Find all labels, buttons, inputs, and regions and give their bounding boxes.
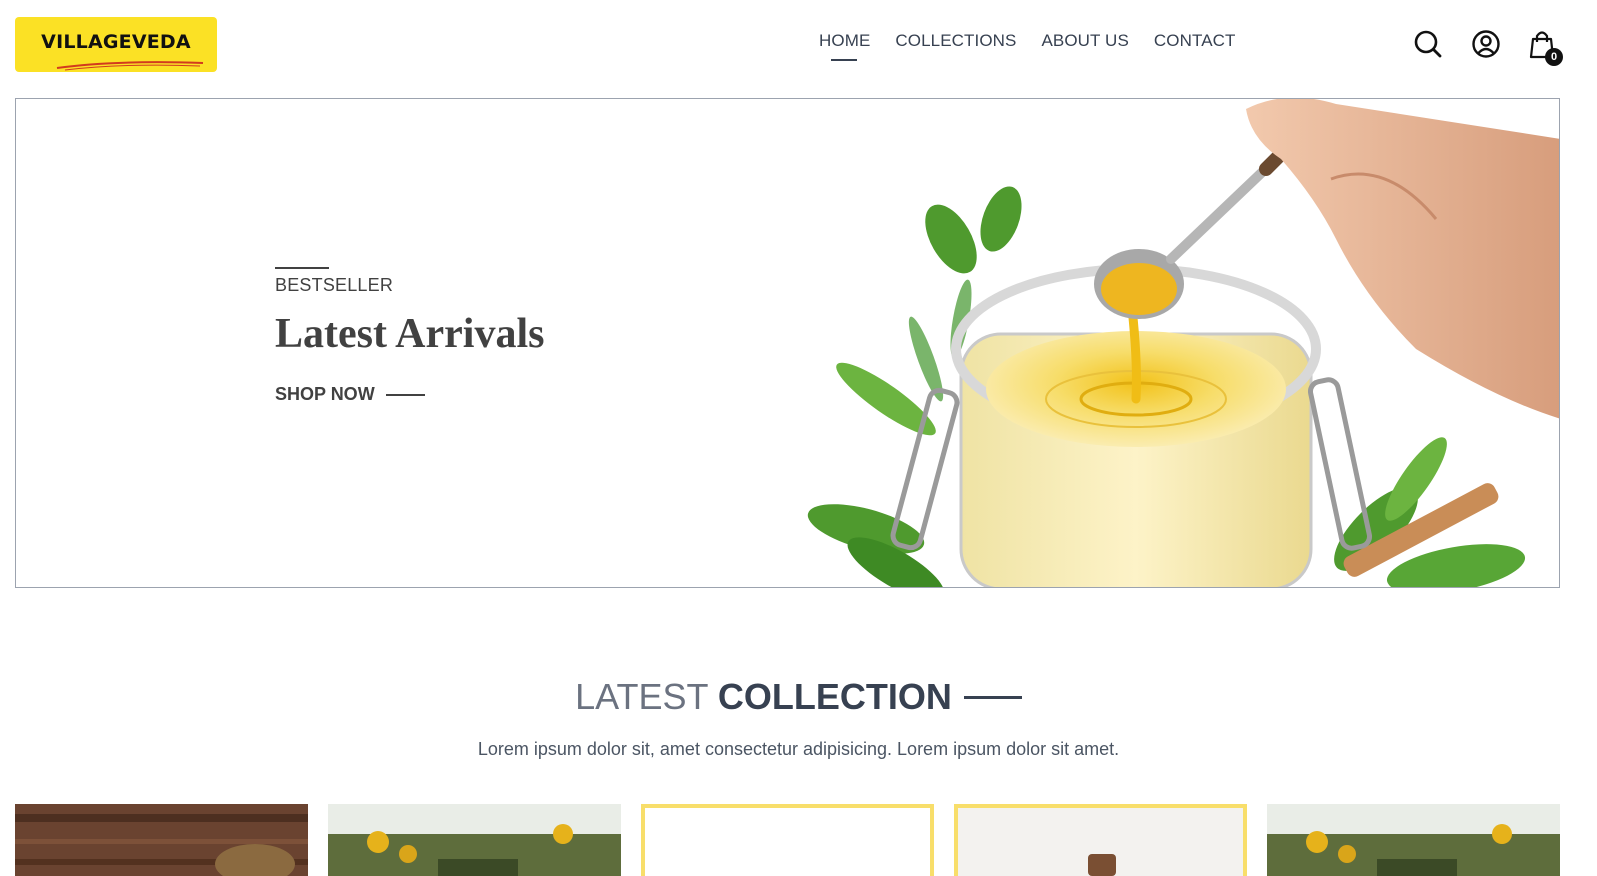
nav-collections[interactable]: COLLECTIONS bbox=[895, 31, 1016, 51]
cta-decor-line bbox=[385, 393, 425, 396]
shop-now-label: SHOP NOW bbox=[275, 384, 375, 404]
product-image bbox=[958, 808, 1243, 876]
cart-button[interactable]: 0 bbox=[1525, 27, 1563, 66]
product-card[interactable] bbox=[954, 804, 1247, 876]
shop-now-button[interactable]: SHOP NOW bbox=[275, 384, 544, 405]
product-card[interactable] bbox=[1267, 804, 1560, 876]
user-circle-icon bbox=[1472, 30, 1500, 58]
cart-count-badge: 0 bbox=[1545, 48, 1563, 66]
hero-image bbox=[807, 99, 1559, 587]
product-grid bbox=[15, 804, 1560, 876]
section-title-light: LATEST bbox=[575, 676, 708, 717]
nav-contact[interactable]: CONTACT bbox=[1154, 31, 1236, 51]
section-title-decor-line bbox=[963, 695, 1022, 699]
profile-button[interactable] bbox=[1469, 27, 1503, 61]
hero-banner: BESTSELLER Latest Arrivals SHOP NOW bbox=[15, 98, 1560, 588]
section-title: LATEST COLLECTION bbox=[0, 676, 1597, 718]
brand-logo[interactable]: VILLAGEVEDA bbox=[15, 17, 217, 72]
nav-home[interactable]: HOME bbox=[819, 31, 870, 61]
product-image bbox=[645, 808, 930, 876]
hero-tag: BESTSELLER bbox=[275, 275, 394, 295]
search-button[interactable] bbox=[1411, 27, 1445, 61]
product-image bbox=[1267, 804, 1560, 876]
hero-decor-line bbox=[275, 267, 329, 269]
main-nav: HOME COLLECTIONS ABOUT US CONTACT bbox=[819, 31, 1236, 61]
brand-name: VILLAGEVEDA bbox=[41, 30, 191, 53]
product-card[interactable] bbox=[15, 804, 308, 876]
product-card[interactable] bbox=[641, 804, 934, 876]
logo-swoosh-icon bbox=[56, 61, 204, 71]
hero-title: Latest Arrivals bbox=[275, 311, 545, 357]
nav-about-us[interactable]: ABOUT US bbox=[1041, 31, 1128, 51]
product-image bbox=[15, 804, 308, 876]
hero-text: BESTSELLER Latest Arrivals SHOP NOW bbox=[275, 267, 544, 405]
search-icon bbox=[1414, 30, 1442, 58]
product-card[interactable] bbox=[328, 804, 621, 876]
product-image bbox=[328, 804, 621, 876]
section-subtitle: Lorem ipsum dolor sit, amet consectetur … bbox=[477, 739, 1120, 759]
section-title-bold: COLLECTION bbox=[717, 676, 952, 717]
